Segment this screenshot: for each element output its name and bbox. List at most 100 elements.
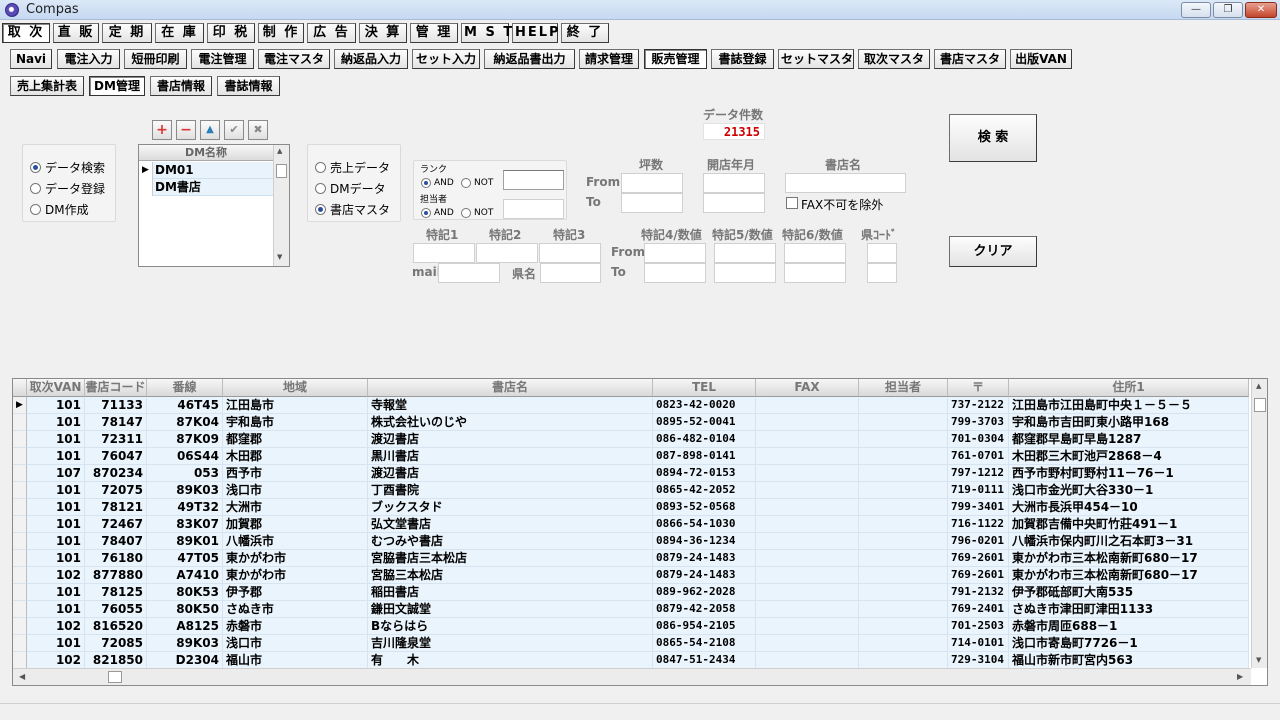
table-cell[interactable]: 101 xyxy=(27,448,85,465)
table-cell[interactable]: 83K07 xyxy=(147,516,223,533)
close-button[interactable]: ✕ xyxy=(1245,2,1277,18)
table-cell[interactable]: 東かがわ市三本松南新町680－17 xyxy=(1009,550,1249,567)
table-cell[interactable]: 西予市 xyxy=(223,465,368,482)
menu-chokuhan[interactable]: 直 販 xyxy=(53,23,99,43)
column-header[interactable]: 書店名 xyxy=(368,379,653,397)
table-cell[interactable]: 101 xyxy=(27,635,85,652)
table-cell[interactable]: 寺報堂 xyxy=(368,397,653,414)
table-cell[interactable]: 0823-42-0020 xyxy=(653,397,756,414)
column-header[interactable]: 書店コード xyxy=(85,379,147,397)
table-cell[interactable]: さぬき市津田町津田1133 xyxy=(1009,601,1249,618)
add-icon[interactable]: + xyxy=(152,120,172,140)
table-cell[interactable]: 87K04 xyxy=(147,414,223,431)
table-cell[interactable]: 799-3401 xyxy=(948,499,1009,516)
table-cell[interactable]: 769-2601 xyxy=(948,550,1009,567)
table-cell[interactable] xyxy=(859,550,948,567)
table-cell[interactable]: 72075 xyxy=(85,482,147,499)
table-cell[interactable] xyxy=(756,601,859,618)
table-cell[interactable]: 西予市野村町野村11－76－1 xyxy=(1009,465,1249,482)
table-cell[interactable]: 0879-24-1483 xyxy=(653,567,756,584)
table-cell[interactable] xyxy=(756,465,859,482)
column-header[interactable]: 〒 xyxy=(948,379,1009,397)
column-header[interactable]: FAX xyxy=(756,379,859,397)
table-cell[interactable]: 49T32 xyxy=(147,499,223,516)
table-cell[interactable]: 102 xyxy=(27,652,85,669)
tantou-and-radio[interactable]: AND xyxy=(421,205,454,221)
table-cell[interactable]: 719-0111 xyxy=(948,482,1009,499)
shop-name-input[interactable] xyxy=(785,173,906,193)
table-cell[interactable] xyxy=(859,465,948,482)
column-header[interactable]: 住所1 xyxy=(1009,379,1249,397)
table-cell[interactable] xyxy=(859,516,948,533)
table-row[interactable]: 102 816520 A8125 赤磐市 Bならはら 086-954-2105 701-25… xyxy=(13,618,1249,635)
table-cell[interactable]: 101 xyxy=(27,397,85,414)
table-cell[interactable]: 東かがわ市 xyxy=(223,567,368,584)
table-cell[interactable]: 101 xyxy=(27,533,85,550)
table-cell[interactable]: 宇和島市 xyxy=(223,414,368,431)
table-cell[interactable] xyxy=(756,635,859,652)
column-header[interactable]: 地域 xyxy=(223,379,368,397)
tantou-input[interactable] xyxy=(503,199,564,219)
table-cell[interactable]: 101 xyxy=(27,516,85,533)
table-cell[interactable]: 鎌田文誠堂 xyxy=(368,601,653,618)
table-cell[interactable]: 716-1122 xyxy=(948,516,1009,533)
table-cell[interactable]: 都窪郡 xyxy=(223,431,368,448)
table-cell[interactable] xyxy=(859,618,948,635)
table-cell[interactable]: 黒川書店 xyxy=(368,448,653,465)
table-row[interactable]: 101 72311 87K09 都窪郡 渡辺書店 086-482-0104 701-0304… xyxy=(13,431,1249,448)
tokki4-from-input[interactable] xyxy=(644,243,706,263)
table-cell[interactable]: 江田島市 xyxy=(223,397,368,414)
remove-icon[interactable]: − xyxy=(176,120,196,140)
scroll-up-icon[interactable]: ▲ xyxy=(1256,382,1261,390)
tokki6-to-input[interactable] xyxy=(784,263,846,283)
table-cell[interactable]: 821850 xyxy=(85,652,147,669)
tokki6-from-input[interactable] xyxy=(784,243,846,263)
table-cell[interactable] xyxy=(859,397,948,414)
menu-toritsugi[interactable]: 取 次 xyxy=(2,23,50,43)
table-cell[interactable]: 0893-52-0568 xyxy=(653,499,756,516)
table-cell[interactable]: 76180 xyxy=(85,550,147,567)
table-cell[interactable]: Bならはら xyxy=(368,618,653,635)
submenu-shoshi-touroku[interactable]: 書誌登録 xyxy=(711,49,774,69)
table-cell[interactable]: 102 xyxy=(27,567,85,584)
table-cell[interactable]: 701-0304 xyxy=(948,431,1009,448)
table-cell[interactable]: 101 xyxy=(27,482,85,499)
table-cell[interactable]: 宮脇三本松店 xyxy=(368,567,653,584)
table-cell[interactable]: 0847-51-2434 xyxy=(653,652,756,669)
table-cell[interactable] xyxy=(756,567,859,584)
menu-exit[interactable]: 終 了 xyxy=(561,23,609,43)
table-cell[interactable] xyxy=(859,635,948,652)
menu-teiki[interactable]: 定 期 xyxy=(102,23,152,43)
table-cell[interactable] xyxy=(756,448,859,465)
table-row[interactable]: 101 76180 47T05 東かがわ市 宮脇書店三本松店 0879-24-1483 76… xyxy=(13,550,1249,567)
source-uriage-radio[interactable]: 売上データ xyxy=(315,159,390,175)
table-cell[interactable]: 78125 xyxy=(85,584,147,601)
table-row[interactable]: 102 877880 A7410 東かがわ市 宮脇三本松店 0879-24-1483 769… xyxy=(13,567,1249,584)
tab-shoshi-info[interactable]: 書誌情報 xyxy=(217,76,280,96)
grid-vscrollbar[interactable]: ▲ ▼ xyxy=(1251,379,1267,668)
table-cell[interactable]: 伊予郡砥部町大南535 xyxy=(1009,584,1249,601)
table-cell[interactable]: 木田郡 xyxy=(223,448,368,465)
table-cell[interactable]: 06S44 xyxy=(147,448,223,465)
scroll-right-icon[interactable]: ▶ xyxy=(1237,672,1243,681)
table-cell[interactable]: 101 xyxy=(27,431,85,448)
table-row[interactable]: 101 76047 06S44 木田郡 黒川書店 087-898-0141 761-0701… xyxy=(13,448,1249,465)
tokki2-input[interactable] xyxy=(476,243,538,263)
table-cell[interactable]: 加賀郡吉備中央町竹莊491－1 xyxy=(1009,516,1249,533)
table-cell[interactable]: 78407 xyxy=(85,533,147,550)
source-dm-radio[interactable]: DMデータ xyxy=(315,180,386,196)
table-cell[interactable]: 0895-52-0041 xyxy=(653,414,756,431)
table-cell[interactable]: 107 xyxy=(27,465,85,482)
table-cell[interactable]: 赤磐市周匝688－1 xyxy=(1009,618,1249,635)
table-cell[interactable]: 江田島市江田島町中央１－５－５ xyxy=(1009,397,1249,414)
table-cell[interactable]: 0879-42-2058 xyxy=(653,601,756,618)
tab-dm-manage[interactable]: DM管理 xyxy=(89,76,145,96)
menu-zaiko[interactable]: 在 庫 xyxy=(155,23,204,43)
grid-hscrollbar[interactable]: ◀ ▶ xyxy=(13,668,1251,685)
tsubo-from-input[interactable] xyxy=(621,173,683,193)
scroll-left-icon[interactable]: ◀ xyxy=(19,672,25,681)
tokki1-input[interactable] xyxy=(413,243,475,263)
table-row[interactable]: ▶ 101 71133 46T45 江田島市 寺報堂 0823-42-0020 737-212… xyxy=(13,397,1249,414)
table-cell[interactable]: 086-482-0104 xyxy=(653,431,756,448)
table-cell[interactable]: 0894-72-0153 xyxy=(653,465,756,482)
